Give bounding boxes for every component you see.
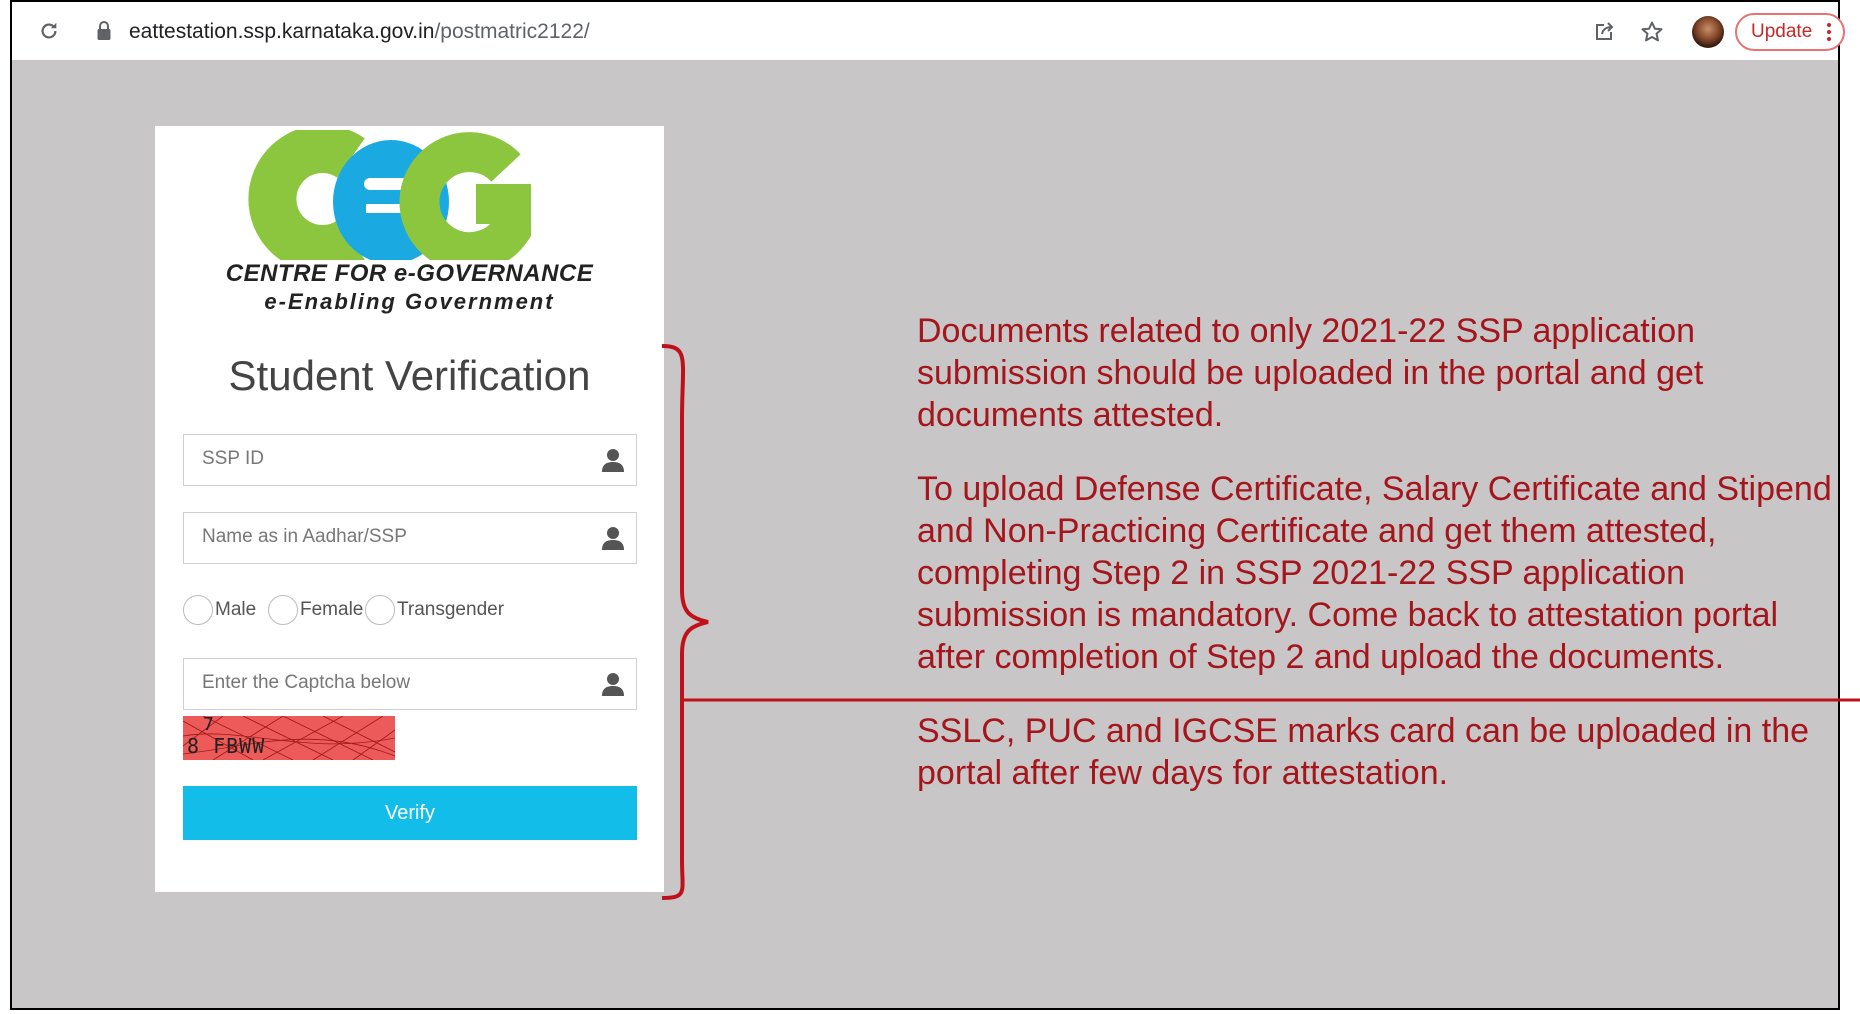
reload-icon[interactable]	[38, 20, 60, 42]
user-icon	[602, 673, 624, 696]
name-field-wrapper	[183, 512, 637, 564]
more-vert-icon[interactable]	[1827, 22, 1831, 42]
radio-male[interactable]	[183, 595, 213, 625]
user-icon	[602, 527, 624, 550]
gender-option-transgender[interactable]: Transgender	[365, 592, 504, 628]
note-1: Documents related to only 2021-22 SSP ap…	[917, 312, 1704, 434]
url-host: eattestation.ssp.karnataka.gov.in	[129, 20, 435, 43]
profile-avatar[interactable]	[1692, 16, 1724, 48]
logo-caption-line1: CENTRE FOR e-GOVERNANCE	[225, 260, 594, 287]
instructions-panel: Documents related to only 2021-22 SSP ap…	[917, 310, 1837, 826]
user-icon	[602, 449, 624, 472]
radio-label-female: Female	[300, 599, 364, 620]
captcha-input[interactable]	[184, 659, 582, 707]
verify-button[interactable]: Verify	[183, 786, 637, 840]
captcha-field-wrapper	[183, 658, 637, 710]
url-path: /postmatric2122/	[434, 20, 590, 43]
update-label: Update	[1751, 21, 1813, 42]
note-2: To upload Defense Certificate, Salary Ce…	[917, 470, 1832, 676]
gender-option-female[interactable]: Female	[268, 592, 363, 628]
lock-icon[interactable]	[96, 20, 112, 42]
captcha-image: 7 8 FBWW	[183, 716, 395, 760]
gender-option-male[interactable]: Male	[183, 592, 256, 628]
page-title: Student Verification	[228, 352, 591, 399]
page-content: CENTRE FOR e-GOVERNANCE e-Enabling Gover…	[12, 60, 1838, 1008]
ssp-id-field-wrapper	[183, 434, 637, 486]
radio-label-transgender: Transgender	[397, 599, 505, 620]
captcha-text: 8 FBWW	[187, 734, 266, 758]
share-icon[interactable]	[1592, 20, 1616, 44]
logo-caption-line2: e-Enabling Government	[264, 289, 555, 314]
captcha-text-top: 7	[203, 716, 214, 735]
ceg-logo	[248, 130, 531, 260]
name-input[interactable]	[184, 513, 582, 561]
radio-label-male: Male	[215, 599, 257, 620]
gender-radio-group: Male Female Transgender	[183, 592, 643, 628]
ssp-id-input[interactable]	[184, 435, 582, 483]
star-icon[interactable]	[1640, 20, 1664, 44]
note-3: SSLC, PUC and IGCSE marks card can be up…	[917, 712, 1810, 792]
update-button[interactable]: Update	[1735, 13, 1845, 51]
address-bar[interactable]: eattestation.ssp.karnataka.gov.in/postma…	[129, 20, 590, 44]
browser-toolbar: eattestation.ssp.karnataka.gov.in/postma…	[10, 0, 1845, 60]
verification-card: CENTRE FOR e-GOVERNANCE e-Enabling Gover…	[155, 126, 664, 892]
radio-female[interactable]	[268, 595, 298, 625]
radio-transgender[interactable]	[365, 595, 395, 625]
